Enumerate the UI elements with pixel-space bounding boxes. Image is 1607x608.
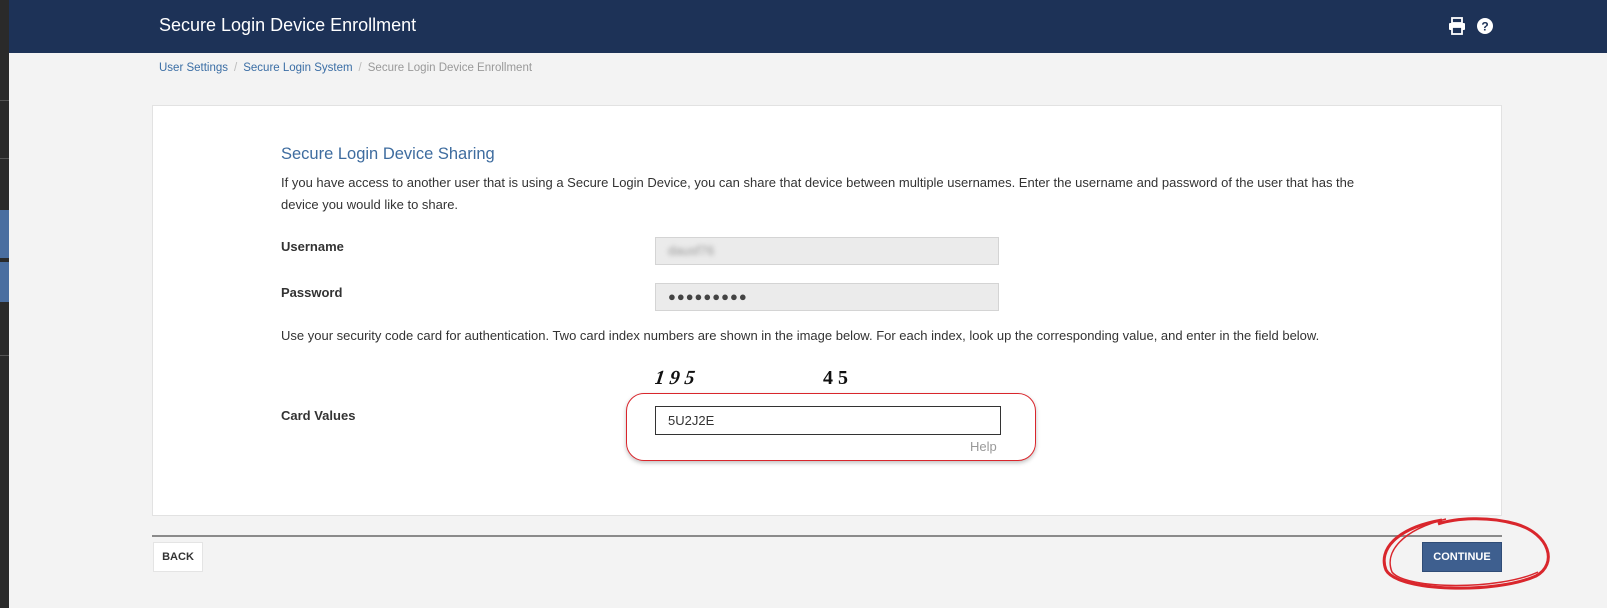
card-values-label: Card Values [281,408,356,423]
back-button[interactable]: BACK [153,542,203,572]
card-instruction: Use your security code card for authenti… [281,328,1320,343]
left-window-edge [0,0,9,608]
breadcrumb: User Settings / Secure Login System / Secure… [159,62,532,74]
main-panel: Secure Login Device Sharing If you have … [152,105,1502,516]
username-label: Username [281,239,344,254]
section-title: Secure Login Device Sharing [281,145,495,163]
password-value: ●●●●●●●●● [668,289,748,304]
page-title: Secure Login Device Enrollment [159,15,417,35]
card-index-2: 4 5 [823,367,848,389]
footer-divider [152,535,1502,537]
card-index-image: 1 9 5 4 5 [655,362,885,392]
username-field: dausf76 [655,237,999,265]
card-values-input[interactable] [655,406,1001,435]
print-icon[interactable] [1448,17,1466,35]
breadcrumb-secure-login-system[interactable]: Secure Login System [243,62,352,74]
page-header: Secure Login Device Enrollment ? [9,0,1607,53]
breadcrumb-separator: / [234,62,238,74]
username-value: dausf76 [668,243,715,258]
card-index-1: 1 9 5 [655,367,696,389]
section-intro: If you have access to another user that … [281,175,1355,212]
password-label: Password [281,285,343,300]
svg-text:?: ? [1481,20,1488,34]
breadcrumb-current: Secure Login Device Enrollment [367,62,533,74]
help-icon[interactable]: ? [1476,17,1494,35]
breadcrumb-separator: / [358,62,362,74]
breadcrumb-user-settings[interactable]: User Settings [159,62,228,74]
card-help-link[interactable]: Help [970,439,997,454]
continue-button[interactable]: CONTINUE [1422,542,1502,572]
password-field: ●●●●●●●●● [655,283,999,311]
